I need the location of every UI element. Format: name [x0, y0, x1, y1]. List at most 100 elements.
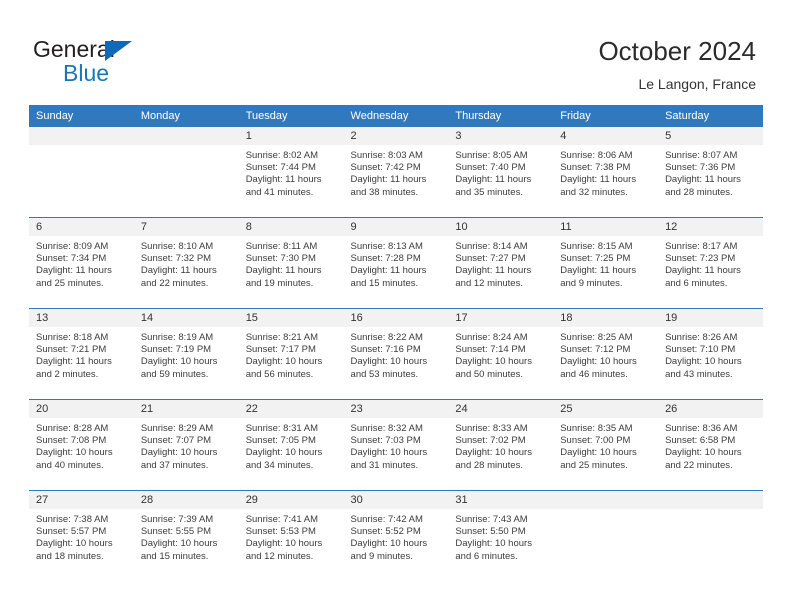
day-details: Sunrise: 8:24 AM Sunset: 7:14 PM Daylight:… — [448, 327, 553, 381]
day-details — [658, 509, 763, 514]
calendar-day-cell[interactable]: 12 Sunrise: 8:17 AM Sunset: 7:23 PM Dayligh… — [658, 218, 763, 308]
sunrise-text: Sunrise: 8:18 AM — [36, 332, 109, 343]
sunrise-text: Sunrise: 8:36 AM — [665, 423, 738, 434]
daylight-text-line1: Daylight: 11 hours — [560, 174, 637, 186]
calendar-day-cell[interactable]: 15 Sunrise: 8:21 AM Sunset: 7:17 PM Dayligh… — [238, 309, 344, 399]
sunrise-text: Sunrise: 8:31 AM — [245, 423, 319, 434]
calendar-day-cell[interactable]: 19 Sunrise: 8:26 AM Sunset: 7:10 PM Dayligh… — [658, 309, 763, 399]
daylight-text-line1: Daylight: 10 hours — [455, 538, 532, 550]
calendar-day-cell-empty — [133, 127, 239, 217]
sunrise-text: Sunrise: 8:22 AM — [350, 332, 423, 343]
day-number — [658, 491, 763, 509]
day-number: 14 — [133, 309, 239, 327]
calendar-day-cell[interactable]: 3 Sunrise: 8:05 AM Sunset: 7:40 PM Daylight… — [448, 127, 554, 217]
calendar-week-row: 13 Sunrise: 8:18 AM Sunset: 7:21 PM Dayligh… — [29, 308, 763, 400]
day-details: Sunrise: 8:10 AM Sunset: 7:32 PM Daylight:… — [134, 236, 239, 290]
calendar-day-cell[interactable]: 25 Sunrise: 8:35 AM Sunset: 7:00 PM Dayligh… — [553, 400, 659, 490]
sunset-text: Sunset: 6:58 PM — [665, 435, 736, 447]
calendar-day-cell[interactable]: 24 Sunrise: 8:33 AM Sunset: 7:02 PM Dayligh… — [448, 400, 554, 490]
calendar-day-cell[interactable]: 20 Sunrise: 8:28 AM Sunset: 7:08 PM Dayligh… — [29, 400, 134, 490]
calendar-day-cell[interactable]: 30 Sunrise: 7:42 AM Sunset: 5:52 PM Dayligh… — [343, 491, 449, 581]
day-details — [29, 145, 134, 150]
calendar-day-cell[interactable]: 27 Sunrise: 7:38 AM Sunset: 5:57 PM Dayligh… — [29, 491, 134, 581]
calendar-day-cell[interactable]: 26 Sunrise: 8:36 AM Sunset: 6:58 PM Dayligh… — [658, 400, 763, 490]
day-details: Sunrise: 8:26 AM Sunset: 7:10 PM Daylight:… — [658, 327, 763, 381]
calendar-day-cell[interactable]: 31 Sunrise: 7:43 AM Sunset: 5:50 PM Dayligh… — [448, 491, 554, 581]
calendar-day-cell[interactable]: 21 Sunrise: 8:29 AM Sunset: 7:07 PM Dayligh… — [133, 400, 239, 490]
day-number — [133, 127, 239, 145]
daylight-text-line2: and 6 minutes. — [455, 550, 518, 562]
sunset-text: Sunset: 7:08 PM — [36, 435, 107, 447]
day-number — [29, 127, 134, 145]
calendar-day-cell[interactable]: 8 Sunrise: 8:11 AM Sunset: 7:30 PM Daylight… — [238, 218, 344, 308]
sunrise-text: Sunrise: 8:24 AM — [455, 332, 528, 343]
calendar-day-cell[interactable]: 17 Sunrise: 8:24 AM Sunset: 7:14 PM Dayligh… — [448, 309, 554, 399]
calendar-day-cell[interactable]: 6 Sunrise: 8:09 AM Sunset: 7:34 PM Daylight… — [29, 218, 134, 308]
day-details: Sunrise: 8:13 AM Sunset: 7:28 PM Daylight:… — [344, 236, 449, 290]
calendar-day-cell[interactable]: 7 Sunrise: 8:10 AM Sunset: 7:32 PM Daylight… — [133, 218, 239, 308]
day-number: 15 — [238, 309, 344, 327]
page-title: October 2024 — [598, 36, 756, 66]
sunrise-text: Sunrise: 7:41 AM — [245, 514, 319, 525]
calendar-day-cell[interactable]: 22 Sunrise: 8:31 AM Sunset: 7:05 PM Dayligh… — [238, 400, 344, 490]
daylight-text-line2: and 22 minutes. — [140, 277, 209, 289]
calendar-day-cell[interactable]: 18 Sunrise: 8:25 AM Sunset: 7:12 PM Dayligh… — [553, 309, 659, 399]
calendar-day-cell[interactable]: 11 Sunrise: 8:15 AM Sunset: 7:25 PM Dayligh… — [553, 218, 659, 308]
calendar-day-cell[interactable]: 4 Sunrise: 8:06 AM Sunset: 7:38 PM Daylight… — [553, 127, 659, 217]
calendar-day-cell[interactable]: 2 Sunrise: 8:03 AM Sunset: 7:42 PM Daylight… — [343, 127, 449, 217]
daylight-text-line1: Daylight: 10 hours — [350, 447, 428, 459]
calendar-day-cell[interactable]: 13 Sunrise: 8:18 AM Sunset: 7:21 PM Dayligh… — [29, 309, 134, 399]
sunrise-text: Sunrise: 8:10 AM — [140, 241, 214, 252]
calendar-day-cell[interactable]: 10 Sunrise: 8:14 AM Sunset: 7:27 PM Dayligh… — [448, 218, 554, 308]
sunrise-text: Sunrise: 8:33 AM — [455, 423, 528, 434]
calendar-day-cell[interactable]: 9 Sunrise: 8:13 AM Sunset: 7:28 PM Daylight… — [343, 218, 449, 308]
sunset-text: Sunset: 7:10 PM — [665, 344, 736, 356]
day-details: Sunrise: 8:07 AM Sunset: 7:36 PM Daylight:… — [658, 145, 763, 199]
day-details: Sunrise: 8:03 AM Sunset: 7:42 PM Daylight:… — [344, 145, 449, 199]
daylight-text-line2: and 25 minutes. — [560, 459, 628, 471]
sunset-text: Sunset: 7:02 PM — [455, 435, 526, 447]
calendar-day-cell[interactable]: 14 Sunrise: 8:19 AM Sunset: 7:19 PM Dayligh… — [133, 309, 239, 399]
day-details: Sunrise: 8:06 AM Sunset: 7:38 PM Daylight:… — [553, 145, 658, 199]
daylight-text-line1: Daylight: 11 hours — [36, 265, 112, 277]
weekday-header-wednesday: Wednesday — [343, 105, 449, 127]
daylight-text-line2: and 37 minutes. — [140, 459, 209, 471]
weekday-header-thursday: Thursday — [448, 105, 554, 127]
day-number: 1 — [238, 127, 344, 145]
calendar-day-cell-empty — [29, 127, 134, 217]
sunset-text: Sunset: 7:23 PM — [665, 253, 736, 265]
brand-logo[interactable]: General Blue — [33, 36, 213, 94]
sunrise-text: Sunrise: 8:07 AM — [665, 150, 738, 161]
sunrise-text: Sunrise: 7:38 AM — [36, 514, 109, 525]
sunrise-text: Sunrise: 8:15 AM — [560, 241, 633, 252]
sunset-text: Sunset: 7:17 PM — [245, 344, 316, 356]
day-details — [134, 145, 239, 150]
calendar-body: 1 Sunrise: 8:02 AM Sunset: 7:44 PM Daylight… — [29, 127, 763, 581]
sunrise-text: Sunrise: 8:06 AM — [560, 150, 633, 161]
calendar-day-cell[interactable]: 28 Sunrise: 7:39 AM Sunset: 5:55 PM Dayligh… — [133, 491, 239, 581]
day-details: Sunrise: 8:11 AM Sunset: 7:30 PM Daylight:… — [239, 236, 344, 290]
daylight-text-line1: Daylight: 10 hours — [350, 356, 428, 368]
daylight-text-line1: Daylight: 10 hours — [455, 356, 532, 368]
daylight-text-line2: and 46 minutes. — [560, 368, 628, 380]
day-number: 4 — [553, 127, 659, 145]
sunrise-text: Sunrise: 8:28 AM — [36, 423, 109, 434]
day-details: Sunrise: 8:22 AM Sunset: 7:16 PM Daylight:… — [344, 327, 449, 381]
sunset-text: Sunset: 7:07 PM — [140, 435, 212, 447]
day-details: Sunrise: 7:41 AM Sunset: 5:53 PM Daylight:… — [239, 509, 344, 563]
day-number: 28 — [133, 491, 239, 509]
sunset-text: Sunset: 7:27 PM — [455, 253, 526, 265]
day-number: 21 — [133, 400, 239, 418]
daylight-text-line1: Daylight: 10 hours — [36, 447, 113, 459]
calendar-day-cell[interactable]: 5 Sunrise: 8:07 AM Sunset: 7:36 PM Daylight… — [658, 127, 763, 217]
calendar-day-cell[interactable]: 23 Sunrise: 8:32 AM Sunset: 7:03 PM Dayligh… — [343, 400, 449, 490]
calendar-day-cell[interactable]: 16 Sunrise: 8:22 AM Sunset: 7:16 PM Dayligh… — [343, 309, 449, 399]
daylight-text-line1: Daylight: 11 hours — [665, 174, 741, 186]
calendar-day-cell[interactable]: 1 Sunrise: 8:02 AM Sunset: 7:44 PM Daylight… — [238, 127, 344, 217]
brand-name-general: General — [33, 36, 115, 62]
daylight-text-line1: Daylight: 11 hours — [665, 265, 741, 277]
day-number: 19 — [658, 309, 763, 327]
day-number: 26 — [658, 400, 763, 418]
calendar-day-cell[interactable]: 29 Sunrise: 7:41 AM Sunset: 5:53 PM Dayligh… — [238, 491, 344, 581]
daylight-text-line1: Daylight: 11 hours — [455, 265, 532, 277]
